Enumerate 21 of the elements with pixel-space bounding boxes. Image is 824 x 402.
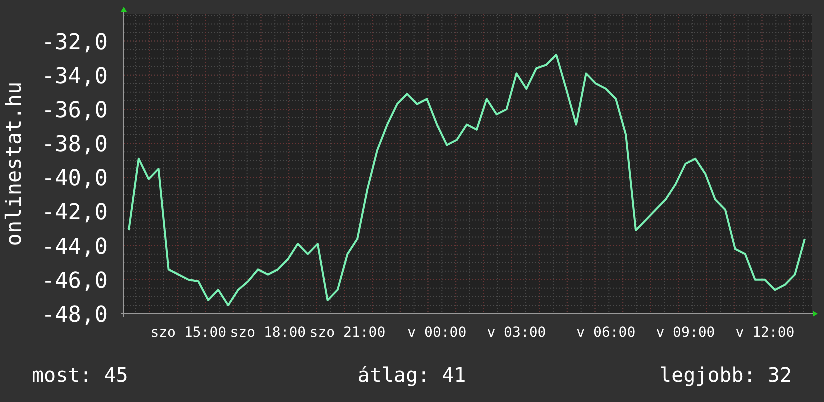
y-tick-label: -36,0	[42, 98, 108, 124]
x-tick-label: v 12:00	[736, 325, 795, 341]
y-tick-label: -32,0	[42, 30, 108, 56]
x-tick-label: v 06:00	[576, 325, 636, 341]
y-tick-label: -46,0	[42, 268, 108, 294]
x-tick-label: v 09:00	[656, 325, 716, 341]
y-tick-label: -40,0	[42, 166, 108, 192]
axis-title: onlinestat.hu	[2, 82, 26, 246]
stat-text: most: 45	[32, 362, 128, 389]
y-tick-label: -34,0	[42, 64, 108, 90]
x-tick-label: szo 15:00	[150, 325, 227, 341]
y-tick-label: -48,0	[42, 303, 108, 328]
y-tick-label: -38,0	[42, 132, 108, 158]
x-tick-label: v 03:00	[487, 325, 546, 341]
stat-text: legjobb: 32	[660, 362, 792, 389]
stat-text: átlag: 41	[358, 362, 466, 389]
y-tick-label: -42,0	[42, 200, 108, 226]
x-tick-label: szo 18:00	[230, 325, 306, 341]
x-tick-label: v 00:00	[408, 325, 467, 341]
y-tick-label: -44,0	[42, 234, 108, 260]
x-tick-label: szo 21:00	[310, 325, 386, 341]
